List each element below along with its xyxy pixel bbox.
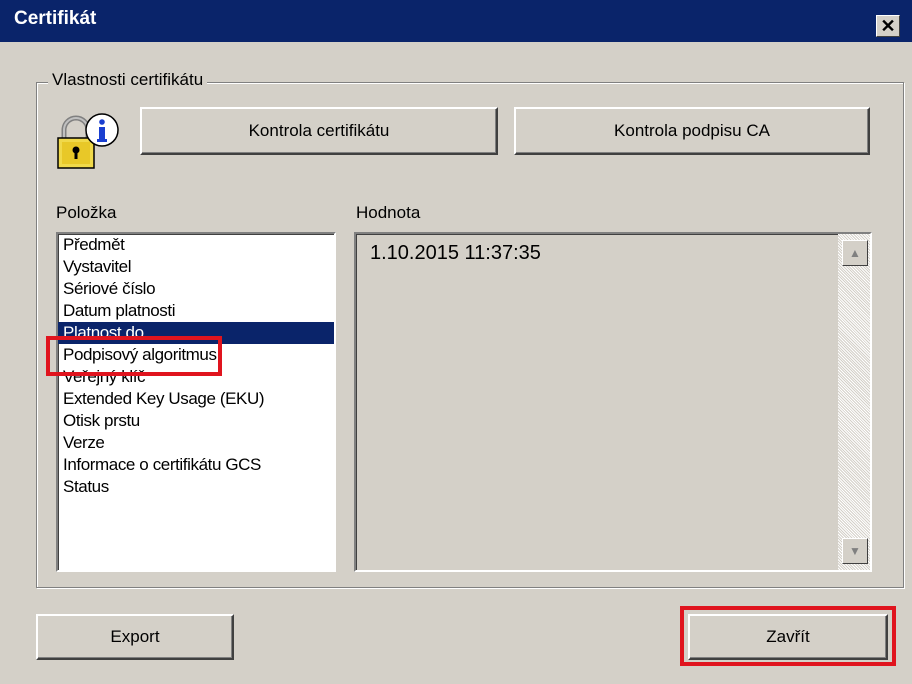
close-label: Zavřít bbox=[766, 627, 810, 646]
scroll-down-arrow-icon: ▼ bbox=[849, 544, 861, 558]
scroll-down-button[interactable]: ▼ bbox=[842, 538, 868, 564]
value-panel-header: Hodnota bbox=[356, 203, 421, 222]
list-item-datum-platnosti[interactable]: Datum platnosti bbox=[58, 300, 334, 322]
export-label: Export bbox=[110, 627, 160, 646]
scroll-up-button[interactable]: ▲ bbox=[842, 240, 868, 266]
list-item-verejny-klic[interactable]: Veřejný klíč bbox=[58, 366, 334, 388]
value-scrollbar[interactable]: ▲ ▼ bbox=[838, 234, 870, 570]
list-item-vystavitel[interactable]: Vystavitel bbox=[58, 256, 334, 278]
list-item-verze[interactable]: Verze bbox=[58, 432, 334, 454]
check-ca-signature-label: Kontrola podpisu CA bbox=[614, 121, 770, 140]
scroll-up-arrow-icon: ▲ bbox=[849, 246, 861, 260]
certificate-item-list[interactable]: Předmět Vystavitel Sériové číslo Datum p… bbox=[56, 232, 336, 572]
close-icon: ✕ bbox=[880, 16, 896, 36]
certificate-lock-info-icon bbox=[57, 113, 119, 169]
group-legend: Vlastnosti certifikátu bbox=[48, 70, 208, 90]
list-item-status[interactable]: Status bbox=[58, 476, 334, 498]
check-certificate-button[interactable]: Kontrola certifikátu bbox=[140, 107, 498, 155]
list-item-otisk-prstu[interactable]: Otisk prstu bbox=[58, 410, 334, 432]
list-item-podpisovy-algoritmus[interactable]: Podpisový algoritmus bbox=[58, 344, 334, 366]
check-certificate-label: Kontrola certifikátu bbox=[248, 121, 390, 140]
close-window-button[interactable]: ✕ bbox=[876, 15, 900, 37]
item-list-header: Položka bbox=[56, 203, 117, 222]
window-title: Certifikát bbox=[14, 8, 97, 29]
certificate-dialog: Certifikát ✕ Vlastnosti certifikátu Kont… bbox=[0, 0, 912, 684]
list-item-platnost-do[interactable]: Platnost do bbox=[58, 322, 334, 344]
list-item-extended-key-usage[interactable]: Extended Key Usage (EKU) bbox=[58, 388, 334, 410]
value-panel[interactable]: 1.10.2015 11:37:35 ▲ ▼ bbox=[354, 232, 872, 572]
list-item-seriove-cislo[interactable]: Sériové číslo bbox=[58, 278, 334, 300]
title-bar: Certifikát ✕ bbox=[0, 0, 912, 42]
export-button[interactable]: Export bbox=[36, 614, 234, 660]
check-ca-signature-button[interactable]: Kontrola podpisu CA bbox=[514, 107, 870, 155]
close-button[interactable]: Zavřít bbox=[688, 614, 888, 660]
list-item-predmet[interactable]: Předmět bbox=[58, 234, 334, 256]
list-item-informace-gcs[interactable]: Informace o certifikátu GCS bbox=[58, 454, 334, 476]
value-text: 1.10.2015 11:37:35 bbox=[370, 242, 541, 264]
